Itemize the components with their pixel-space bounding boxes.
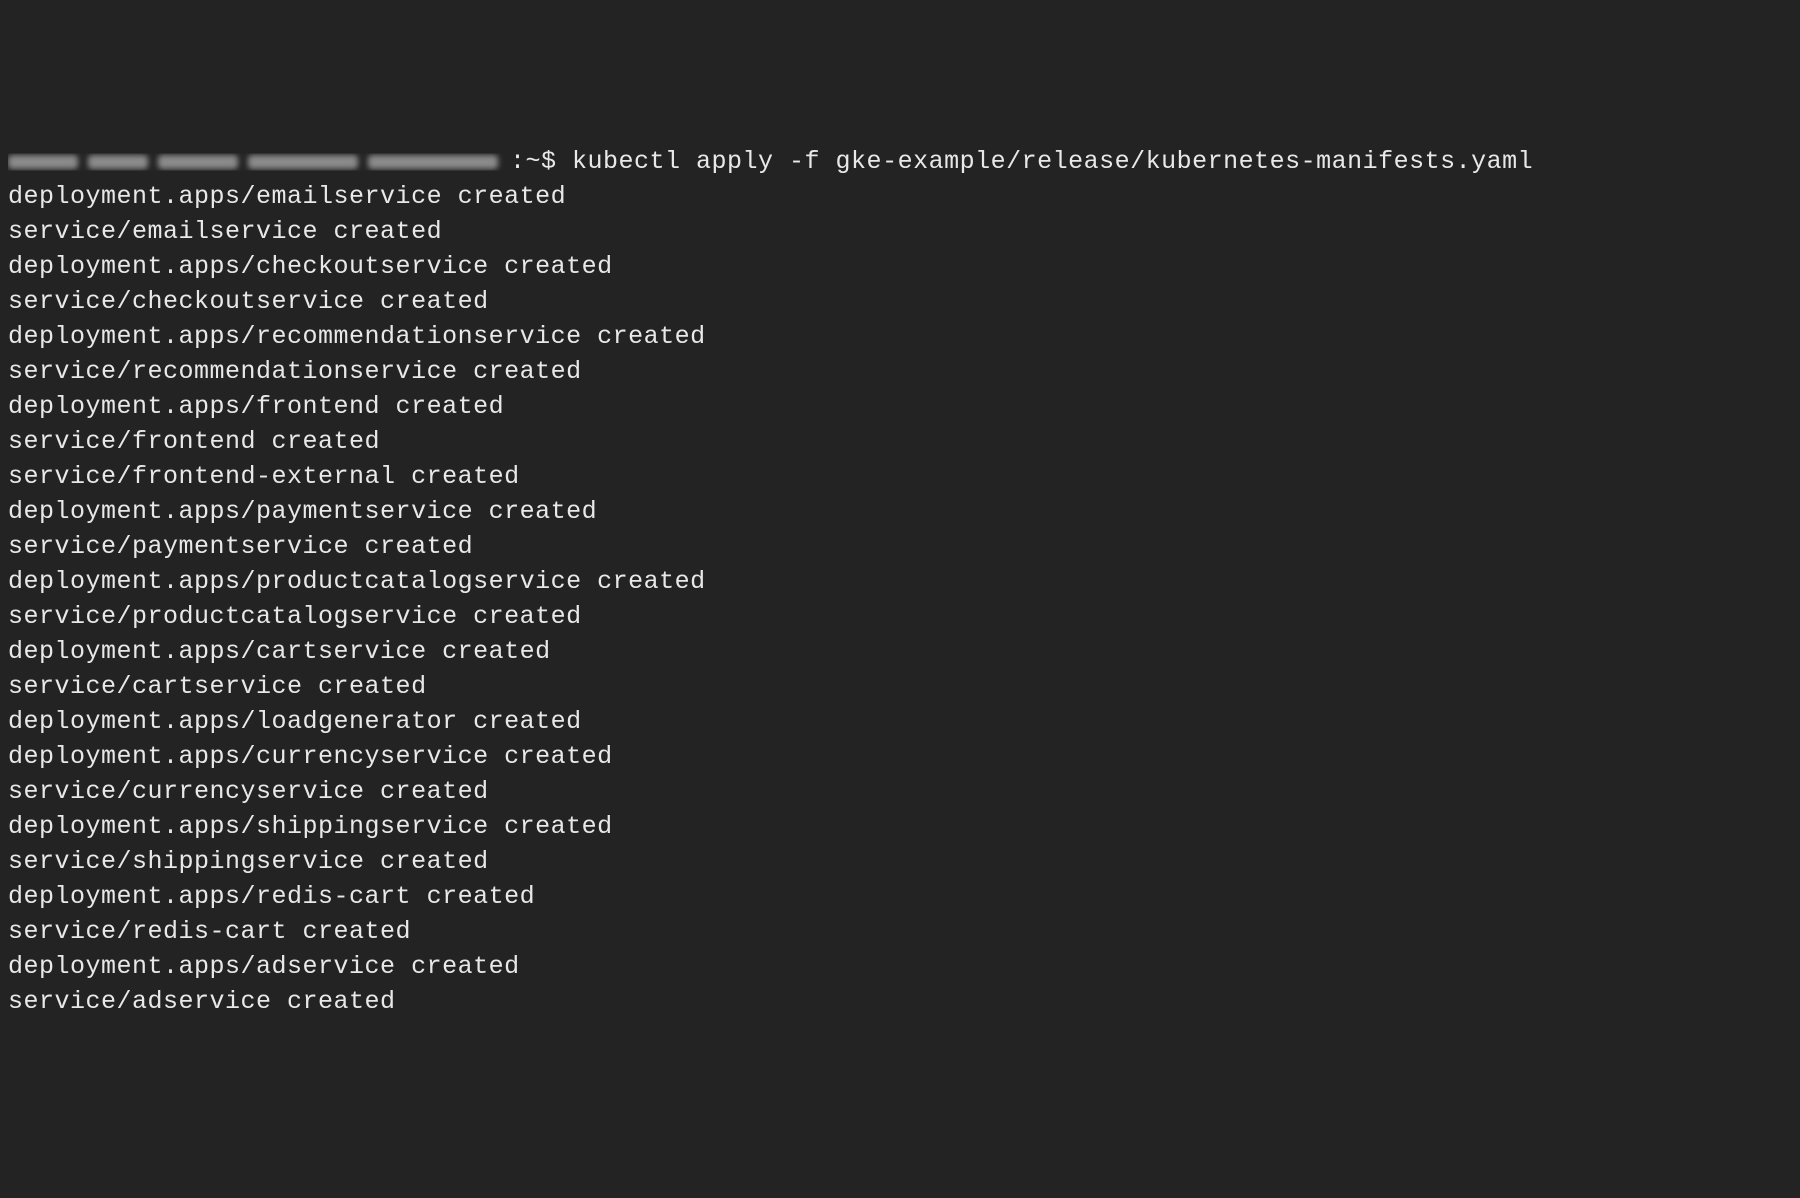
output-line: deployment.apps/adservice created (8, 949, 1792, 984)
output-line: deployment.apps/currencyservice created (8, 739, 1792, 774)
output-line: service/shippingservice created (8, 844, 1792, 879)
output-line: service/frontend-external created (8, 459, 1792, 494)
command-output: deployment.apps/emailservice createdserv… (8, 179, 1792, 1019)
output-line: service/redis-cart created (8, 914, 1792, 949)
output-line: deployment.apps/frontend created (8, 389, 1792, 424)
output-line: deployment.apps/loadgenerator created (8, 704, 1792, 739)
output-line: service/recommendationservice created (8, 354, 1792, 389)
terminal-window[interactable]: :~$ kubectl apply -f gke-example/release… (8, 144, 1792, 1019)
output-line: service/frontend created (8, 424, 1792, 459)
output-line: deployment.apps/checkoutservice created (8, 249, 1792, 284)
output-line: service/emailservice created (8, 214, 1792, 249)
output-line: service/currencyservice created (8, 774, 1792, 809)
output-line: deployment.apps/productcatalogservice cr… (8, 564, 1792, 599)
output-line: deployment.apps/cartservice created (8, 634, 1792, 669)
output-line: service/adservice created (8, 984, 1792, 1019)
output-line: deployment.apps/paymentservice created (8, 494, 1792, 529)
redacted-hostname (8, 149, 508, 173)
command-text: kubectl apply -f gke-example/release/kub… (572, 147, 1533, 176)
output-line: deployment.apps/emailservice created (8, 179, 1792, 214)
command-prompt-line: :~$ kubectl apply -f gke-example/release… (8, 144, 1792, 179)
prompt-suffix: :~$ (510, 147, 572, 176)
output-line: service/productcatalogservice created (8, 599, 1792, 634)
output-line: deployment.apps/shippingservice created (8, 809, 1792, 844)
output-line: service/paymentservice created (8, 529, 1792, 564)
output-line: deployment.apps/recommendationservice cr… (8, 319, 1792, 354)
output-line: service/cartservice created (8, 669, 1792, 704)
output-line: service/checkoutservice created (8, 284, 1792, 319)
